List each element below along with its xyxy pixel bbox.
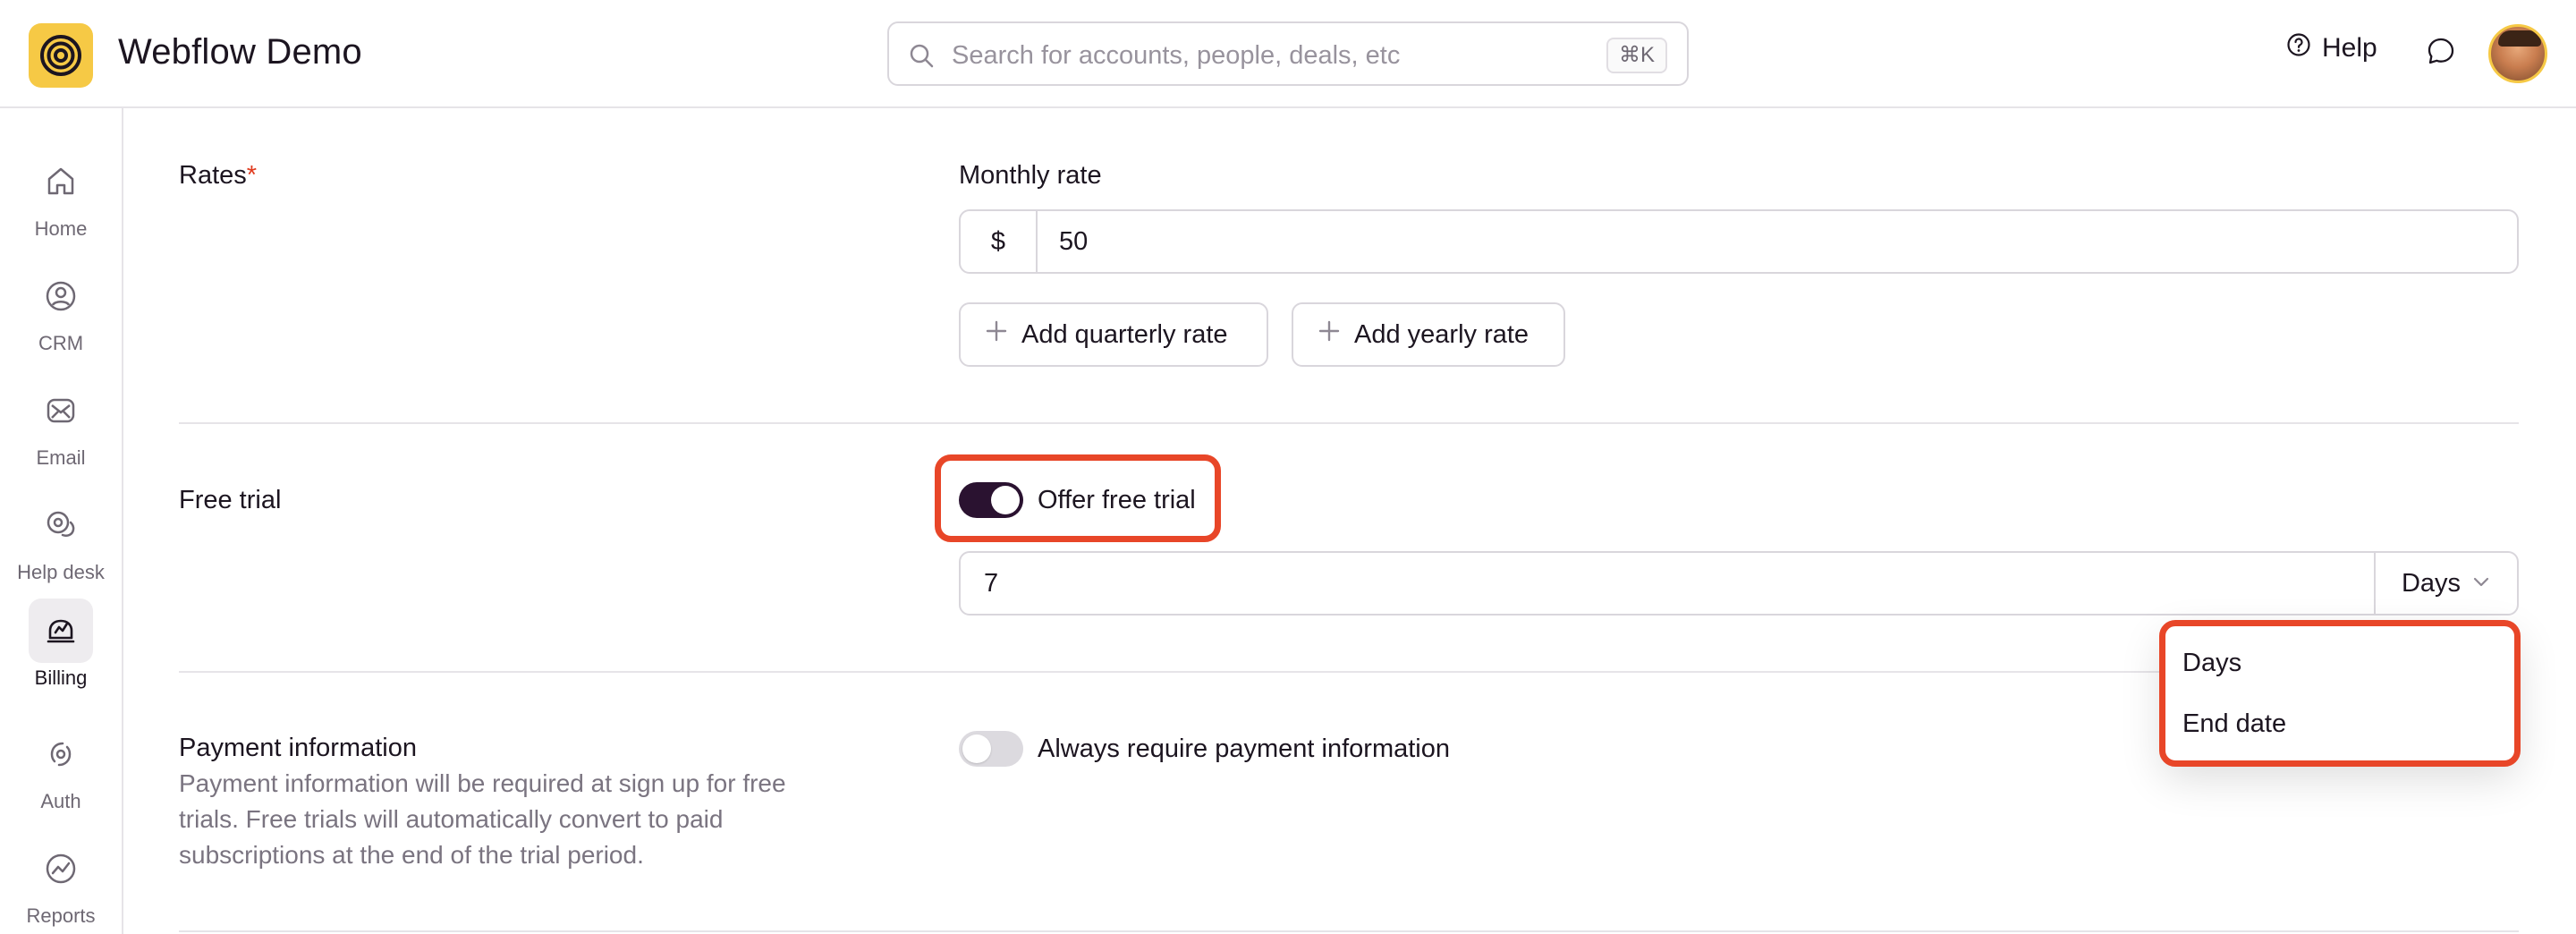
sidebar-item-label: Auth [40, 790, 81, 812]
offer-free-trial-label: Offer free trial [1038, 486, 1196, 514]
search-placeholder: Search for accounts, people, deals, etc [952, 41, 1401, 70]
sidebar-item-crm[interactable]: CRM [0, 264, 122, 355]
monthly-rate-value: 50 [1059, 227, 1089, 256]
sidebar-item-email[interactable]: Email [0, 378, 122, 470]
sidebar: Home CRM Email Help desk Billing Auth Re… [0, 108, 123, 934]
payment-info-description: Payment information will be required at … [179, 769, 786, 869]
chat-bubble-icon[interactable] [2426, 36, 2456, 71]
section-divider [179, 930, 2519, 932]
home-icon [29, 149, 93, 214]
sidebar-item-home[interactable]: Home [0, 149, 122, 241]
billing-icon [29, 599, 93, 663]
add-quarterly-rate-label: Add quarterly rate [1021, 319, 1228, 349]
require-payment-toggle[interactable] [959, 731, 1023, 767]
user-avatar[interactable] [2488, 24, 2547, 83]
free-trial-label: Free trial [179, 486, 282, 514]
section-divider [179, 422, 2519, 424]
chart-icon [29, 836, 93, 901]
rates-label-text: Rates [179, 161, 247, 190]
monthly-rate-input[interactable]: $ 50 [959, 209, 2519, 274]
require-payment-label: Always require payment information [1038, 734, 1450, 763]
help-label: Help [2322, 33, 2377, 63]
trial-duration-value: 7 [984, 569, 999, 598]
sidebar-item-auth[interactable]: Auth [0, 722, 122, 813]
trial-duration-input[interactable]: 7 Days [959, 551, 2519, 616]
plus-icon [984, 318, 1009, 351]
currency-prefix: $ [961, 211, 1038, 272]
search-shortcut-badge: ⌘K [1606, 38, 1667, 73]
sidebar-item-reports[interactable]: Reports [0, 836, 122, 928]
sidebar-item-label: Reports [26, 904, 96, 927]
sidebar-item-label: Help desk [17, 561, 105, 583]
add-yearly-rate-button[interactable]: Add yearly rate [1292, 302, 1565, 367]
chat-bubbles-icon [29, 493, 93, 557]
chevron-down-icon [2471, 569, 2491, 599]
add-yearly-rate-label: Add yearly rate [1354, 319, 1530, 349]
rates-label: Rates* [179, 161, 257, 191]
offer-free-trial-toggle[interactable] [959, 482, 1023, 518]
app-logo[interactable] [29, 23, 93, 88]
highlight-dropdown-box [2159, 620, 2521, 767]
required-marker: * [246, 161, 258, 190]
logo-spiral-icon [40, 35, 81, 76]
add-quarterly-rate-button[interactable]: Add quarterly rate [959, 302, 1268, 367]
help-button[interactable]: Help [2286, 32, 2377, 64]
plus-icon [1317, 318, 1342, 351]
sidebar-item-billing[interactable]: Billing [0, 599, 122, 690]
search-icon [909, 43, 934, 72]
payment-info-label: Payment information [179, 734, 417, 762]
auth-icon [29, 722, 93, 786]
app-title: Webflow Demo [118, 32, 362, 72]
search-input[interactable]: Search for accounts, people, deals, etc … [887, 21, 1689, 86]
sidebar-item-label: Billing [34, 667, 88, 689]
sidebar-item-label: CRM [38, 332, 84, 354]
sidebar-item-help-desk[interactable]: Help desk [0, 493, 122, 584]
sidebar-item-label: Email [36, 446, 86, 469]
user-circle-icon [29, 264, 93, 328]
trial-unit-selected: Days [2401, 568, 2462, 598]
monthly-rate-label: Monthly rate [959, 161, 1102, 190]
top-bar: Webflow Demo Search for accounts, people… [0, 0, 2576, 108]
sidebar-item-label: Home [34, 217, 88, 240]
question-circle-icon [2286, 32, 2311, 64]
trial-unit-select[interactable]: Days [2374, 553, 2517, 614]
mail-icon [29, 378, 93, 443]
